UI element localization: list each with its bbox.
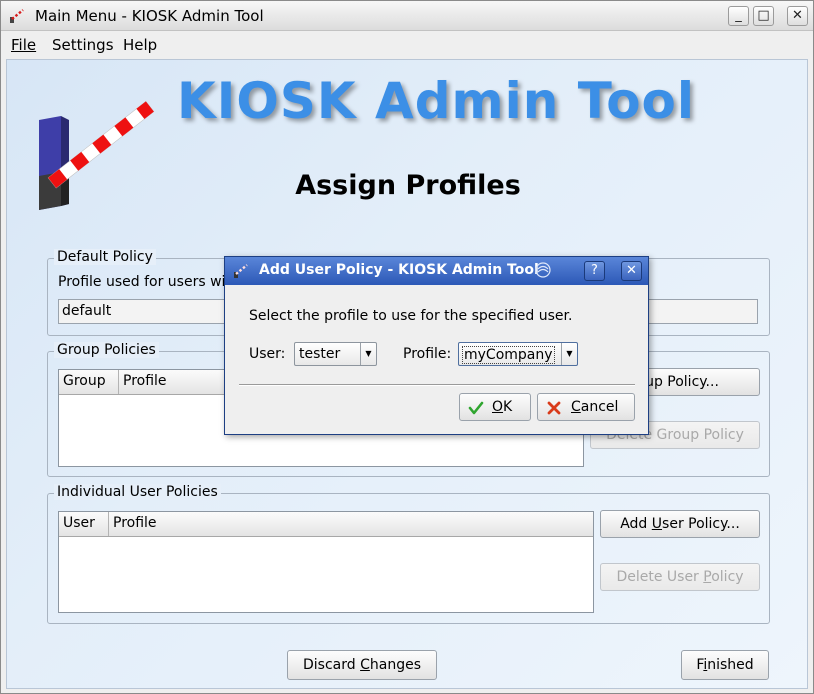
finished-button[interactable]: Finished [681, 650, 769, 680]
title-bar[interactable]: Main Menu - KIOSK Admin Tool _ □ ✕ [1, 1, 813, 31]
cancel-label-accel: C [571, 399, 581, 415]
group-policies-legend: Group Policies [54, 342, 159, 358]
user-list-header: User Profile [59, 512, 593, 537]
add-user-policy-dialog: Add User Policy - KIOSK Admin Tool ? ✕ S… [224, 256, 649, 435]
cancel-label: Cancel [571, 394, 618, 420]
default-policy-description: Profile used for users wit [58, 274, 231, 290]
dialog-title: Add User Policy - KIOSK Admin Tool [259, 262, 539, 278]
user-column-header[interactable]: User [59, 512, 109, 536]
delete-user-policy-button[interactable]: Delete User Policy [600, 563, 760, 591]
user-combobox-value: tester [299, 346, 341, 362]
user-profile-column-header[interactable]: Profile [109, 512, 595, 536]
user-policies-group: Individual User Policies User Profile Ad… [47, 484, 770, 624]
chevron-down-icon: ▼ [360, 343, 376, 365]
page-title: Assign Profiles [295, 170, 521, 201]
discard-label-post: hanges [369, 657, 421, 673]
profile-combobox-value: myCompany [462, 346, 555, 364]
dialog-close-button[interactable]: ✕ [621, 261, 642, 281]
close-button[interactable]: ✕ [787, 6, 808, 26]
dialog-instruction: Select the profile to use for the specif… [249, 308, 573, 324]
maximize-button[interactable]: □ [753, 6, 774, 26]
user-label: User: [249, 346, 286, 362]
cancel-icon [547, 401, 561, 415]
menu-settings[interactable]: Settings [52, 36, 114, 54]
menu-help[interactable]: Help [123, 36, 157, 54]
window-title: Main Menu - KIOSK Admin Tool [35, 7, 264, 25]
chevron-down-icon: ▼ [561, 343, 577, 365]
group-column-header[interactable]: Group [59, 370, 119, 394]
barrier-dialog-icon [234, 264, 248, 278]
discard-changes-button[interactable]: Discard Changes [287, 650, 437, 680]
ok-label-post: K [503, 399, 513, 415]
discard-label-accel: C [360, 657, 370, 673]
profile-combobox[interactable]: myCompany ▼ [458, 342, 578, 366]
ok-label-accel: O [492, 399, 504, 415]
delete-user-policy-label-pre: Delete User [616, 569, 704, 585]
cancel-label-post: ancel [580, 399, 619, 415]
profile-label: Profile: [403, 346, 452, 362]
delete-user-policy-label-post: olicy [711, 569, 744, 585]
menu-file[interactable]: File [11, 36, 36, 54]
ok-label: OK [492, 394, 512, 420]
banner-title: KIOSK Admin Tool [177, 72, 696, 130]
dialog-separator [239, 384, 635, 386]
finished-label-post: nished [707, 657, 754, 673]
add-user-policy-button[interactable]: Add User Policy... [600, 510, 760, 538]
menu-file-label: File [11, 36, 37, 54]
minimize-button[interactable]: _ [728, 6, 749, 26]
menu-bar: File Settings Help [1, 32, 813, 58]
barrier-app-icon [10, 9, 24, 23]
add-user-policy-label-post: ser Policy... [662, 516, 740, 532]
default-policy-legend: Default Policy [54, 249, 156, 265]
user-policies-list[interactable]: User Profile [58, 511, 594, 613]
user-combobox[interactable]: tester ▼ [294, 342, 377, 366]
user-policies-legend: Individual User Policies [54, 484, 221, 500]
add-user-policy-label-pre: Add [620, 516, 652, 532]
cancel-button[interactable]: Cancel [537, 393, 635, 421]
checkmark-icon [468, 401, 484, 415]
dialog-help-button[interactable]: ? [584, 261, 605, 281]
ok-button[interactable]: OK [459, 393, 531, 421]
discard-label-pre: Discard [303, 657, 361, 673]
shade-icon[interactable] [533, 260, 553, 280]
add-user-policy-label-accel: U [651, 516, 663, 532]
dialog-title-bar[interactable]: Add User Policy - KIOSK Admin Tool ? ✕ [225, 257, 648, 285]
